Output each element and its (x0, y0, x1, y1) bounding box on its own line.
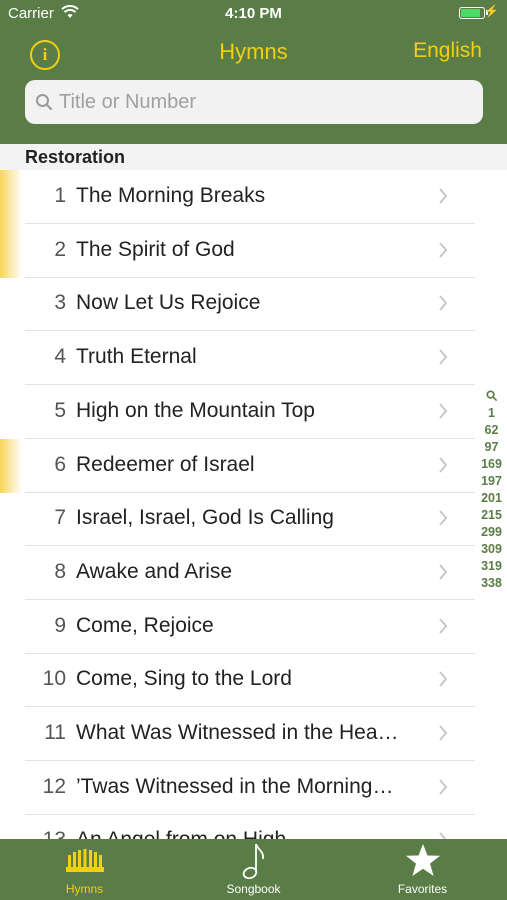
status-bar: Carrier 4:10 PM ⚡ (0, 0, 507, 28)
index-search-icon[interactable] (486, 390, 497, 401)
tab-favorites[interactable]: Favorites (338, 839, 507, 900)
hymn-number: 4 (54, 345, 66, 368)
tab-bar: Hymns Songbook Favorites (0, 839, 507, 900)
hymn-title: Israel, Israel, God Is Calling (76, 506, 334, 529)
tab-songbook[interactable]: Songbook (169, 839, 338, 900)
index-item[interactable]: 201 (476, 490, 507, 507)
hymn-number: 5 (54, 399, 66, 422)
chevron-right-icon (439, 671, 448, 687)
organ-icon (65, 849, 104, 872)
hymn-title: Awake and Arise (76, 560, 233, 583)
index-item[interactable]: 1 (476, 405, 507, 422)
hymn-number: 7 (54, 506, 66, 529)
tab-hymns[interactable]: Hymns (0, 839, 169, 900)
hymn-number: 9 (54, 614, 66, 637)
chevron-right-icon (439, 295, 448, 311)
index-item[interactable]: 299 (476, 524, 507, 541)
search-input[interactable] (59, 80, 469, 124)
hymn-number: 8 (54, 560, 66, 583)
star-icon (405, 844, 440, 876)
music-note-icon (242, 843, 264, 880)
battery-icon (459, 7, 488, 19)
section-index[interactable]: 1 62 97 169 197 201 215 299 309 319 338 (476, 388, 507, 592)
hymn-title: The Spirit of God (76, 238, 235, 261)
hymn-title: Redeemer of Israel (76, 453, 255, 476)
list-item[interactable]: 2 The Spirit of God (0, 224, 475, 278)
index-item[interactable]: 309 (476, 541, 507, 558)
hymn-title: Come, Sing to the Lord (76, 667, 292, 690)
list-item[interactable]: 4 Truth Eternal (0, 331, 475, 385)
tab-label: Songbook (226, 882, 281, 896)
section-title: Restoration (25, 147, 126, 167)
chevron-right-icon (439, 564, 448, 580)
chevron-right-icon (439, 242, 448, 258)
chevron-right-icon (439, 779, 448, 795)
index-item[interactable]: 97 (476, 439, 507, 456)
list-item[interactable]: 12 ’Twas Witnessed in the Morning… (0, 761, 475, 815)
hymn-number: 11 (44, 721, 66, 744)
hymn-number: 1 (54, 184, 66, 207)
hymn-number: 6 (54, 453, 66, 476)
charging-icon: ⚡ (484, 4, 499, 18)
hymn-number: 13 (24, 828, 66, 839)
index-item[interactable]: 319 (476, 558, 507, 575)
index-item[interactable]: 169 (476, 456, 507, 473)
section-header: Restoration (0, 144, 507, 170)
hymn-title: Truth Eternal (76, 345, 197, 368)
chevron-right-icon (439, 457, 448, 473)
index-item[interactable]: 215 (476, 507, 507, 524)
hymn-title: ’Twas Witnessed in the Morning… (76, 775, 394, 798)
hymn-number: 10 (42, 667, 66, 690)
chevron-right-icon (439, 510, 448, 526)
status-time: 4:10 PM (225, 5, 282, 22)
list-item[interactable]: 6 Redeemer of Israel (0, 439, 475, 493)
list-item[interactable]: 7 Israel, Israel, God Is Calling (0, 492, 475, 546)
index-item[interactable]: 338 (476, 575, 507, 592)
index-item[interactable]: 62 (476, 422, 507, 439)
hymn-list[interactable]: 1 The Morning Breaks 2 The Spirit of God 3 No… (0, 170, 507, 839)
chevron-right-icon (439, 349, 448, 365)
list-item[interactable]: 3 Now Let Us Rejoice (0, 277, 475, 331)
hymn-title: High on the Mountain Top (76, 399, 315, 422)
chevron-right-icon (439, 188, 448, 204)
tab-label: Hymns (65, 882, 104, 896)
list-item[interactable]: 13 An Angel from on High (0, 814, 475, 839)
hymn-title: The Morning Breaks (76, 184, 266, 207)
hymn-title: An Angel from on High (76, 828, 430, 839)
navigation-bar: i Hymns English (0, 28, 507, 144)
list-item[interactable]: 9 Come, Rejoice (0, 600, 475, 654)
chevron-right-icon (439, 832, 447, 839)
chevron-right-icon (439, 725, 448, 741)
hymn-title: Come, Rejoice (76, 614, 214, 637)
hymn-number: 12 (42, 775, 66, 798)
list-item[interactable]: 5 High on the Mountain Top (0, 385, 475, 439)
chevron-right-icon (439, 618, 448, 634)
hymn-title: What Was Witnessed in the Hea… (76, 721, 399, 744)
index-item[interactable]: 197 (476, 473, 507, 490)
chevron-right-icon (439, 403, 448, 419)
hymn-number: 3 (54, 291, 66, 314)
search-icon (36, 94, 52, 110)
tab-label: Favorites (397, 882, 448, 896)
hymn-title: Now Let Us Rejoice (76, 291, 261, 314)
language-button[interactable]: English (413, 39, 482, 63)
list-item[interactable]: 11 What Was Witnessed in the Hea… (0, 707, 475, 761)
list-item[interactable]: 1 The Morning Breaks (0, 170, 475, 224)
list-item[interactable]: 10 Come, Sing to the Lord (0, 653, 475, 707)
list-item[interactable]: 8 Awake and Arise (0, 546, 475, 600)
search-bar[interactable] (25, 80, 483, 124)
hymn-number: 2 (54, 238, 66, 261)
